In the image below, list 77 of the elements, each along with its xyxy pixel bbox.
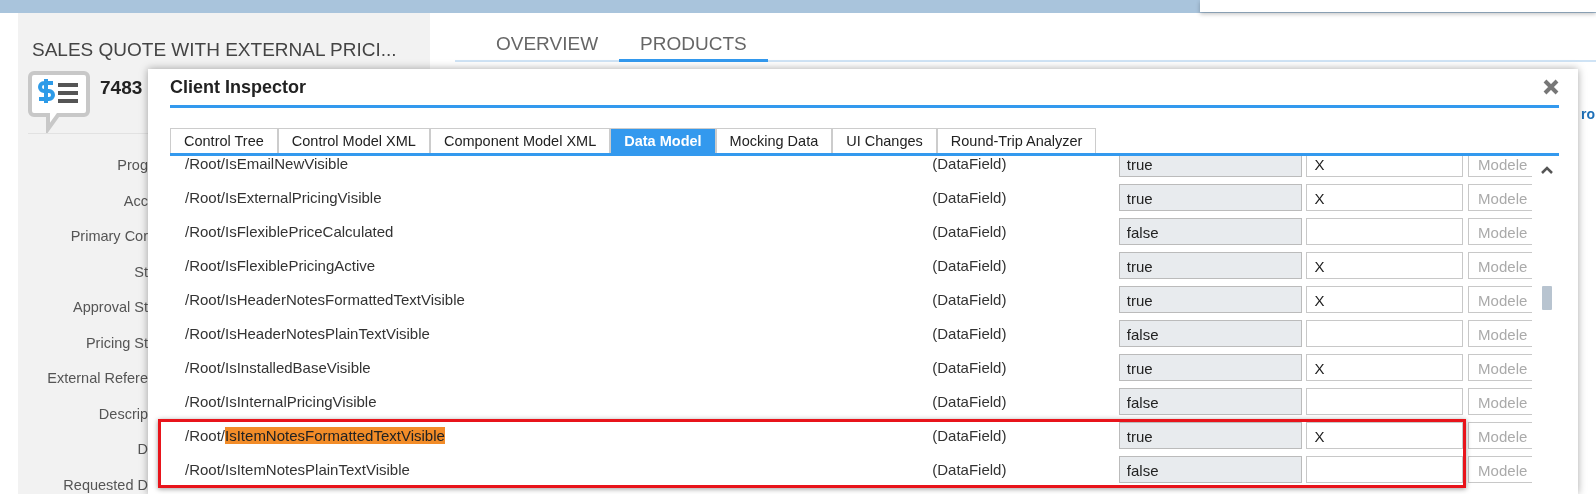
page-tab[interactable]: OVERVIEW bbox=[475, 31, 620, 62]
type-text: (DataField) bbox=[932, 426, 1008, 444]
type-text: (DataField) bbox=[932, 460, 1008, 478]
inspector-tab[interactable]: Control Model XML bbox=[277, 128, 430, 153]
inspector-tab[interactable]: UI Changes bbox=[832, 128, 937, 153]
type-text: (DataField) bbox=[932, 290, 1008, 308]
value-field: true bbox=[1118, 183, 1303, 211]
flag-field[interactable]: X bbox=[1306, 156, 1464, 177]
field-label: Pricing St bbox=[84, 333, 148, 353]
field-name-text: IsFlexiblePricingActive bbox=[225, 256, 376, 274]
type-text: (DataField) bbox=[932, 324, 1008, 342]
field-name-text: IsEmailNewVisible bbox=[225, 156, 349, 172]
field-label: Approval St bbox=[72, 298, 148, 317]
flag-field[interactable] bbox=[1306, 319, 1464, 347]
path-prefix-text: /Root/ bbox=[185, 290, 226, 308]
flag-field[interactable]: X bbox=[1306, 251, 1464, 279]
field-label: D bbox=[136, 440, 148, 459]
path-prefix-text: /Root/ bbox=[185, 222, 226, 240]
inspector-tab[interactable]: Component Model XML bbox=[429, 128, 611, 153]
path-prefix-text: /Root/ bbox=[185, 156, 226, 172]
field-name-text: IsHeaderNotesPlainTextVisible bbox=[225, 324, 430, 342]
field-label: Prog bbox=[116, 156, 148, 175]
field-name-text: IsInternalPricingVisible bbox=[225, 392, 377, 410]
path-prefix-text: /Root/ bbox=[185, 392, 226, 410]
field-name-text: IsExternalPricingVisible bbox=[225, 188, 382, 206]
type-text: (DataField) bbox=[932, 358, 1008, 376]
field-label: Requested D bbox=[62, 475, 148, 494]
value-field: true bbox=[1118, 251, 1303, 279]
type-text: (DataField) bbox=[932, 188, 1008, 206]
dialog-title: Client Inspector bbox=[170, 76, 307, 98]
field-name-text: IsHeaderNotesFormattedTextVisible bbox=[225, 290, 465, 308]
scroll-up-icon[interactable] bbox=[1541, 166, 1553, 174]
path-prefix-text: /Root/ bbox=[185, 358, 226, 376]
value-field: true bbox=[1118, 353, 1303, 381]
type-text: (DataField) bbox=[932, 222, 1008, 240]
type-text: (DataField) bbox=[932, 156, 1008, 172]
value-field: true bbox=[1118, 421, 1303, 449]
path-prefix-text: /Root/ bbox=[185, 324, 226, 342]
path-prefix-text: /Root/ bbox=[185, 460, 226, 478]
field-name-text: IsInstalledBaseVisible bbox=[225, 358, 371, 376]
flag-field[interactable] bbox=[1306, 387, 1464, 415]
field-label: Descrip bbox=[97, 404, 148, 424]
value-field: false bbox=[1118, 455, 1303, 483]
scrollbar-thumb[interactable] bbox=[1542, 286, 1552, 310]
path-prefix-text: /Root/ bbox=[185, 256, 226, 274]
type-text: (DataField) bbox=[932, 392, 1008, 410]
record-number: 7483 bbox=[100, 77, 143, 100]
record-title: SALES QUOTE WITH EXTERNAL PRICI... bbox=[31, 38, 398, 61]
page-tab[interactable]: PRODUCTS bbox=[619, 31, 768, 62]
inspector-tab[interactable]: Mocking Data bbox=[715, 128, 833, 153]
field-label: Primary Cor bbox=[69, 227, 148, 246]
field-name-text: IsItemNotesPlainTextVisible bbox=[225, 460, 410, 478]
value-field: false bbox=[1118, 217, 1303, 245]
path-prefix-text: /Root/ bbox=[185, 188, 226, 206]
field-name-text: IsItemNotesFormattedTextVisible bbox=[225, 426, 445, 444]
flag-field[interactable]: X bbox=[1306, 353, 1464, 381]
value-field: true bbox=[1118, 285, 1303, 313]
flag-field[interactable]: X bbox=[1306, 285, 1464, 313]
flag-field[interactable]: X bbox=[1306, 421, 1464, 449]
flag-field[interactable]: X bbox=[1306, 183, 1464, 211]
quote-document-icon bbox=[28, 71, 90, 133]
flag-field[interactable] bbox=[1306, 217, 1464, 245]
value-field: true bbox=[1118, 156, 1303, 177]
inspector-tab[interactable]: Data Model bbox=[610, 128, 716, 153]
close-icon[interactable] bbox=[1543, 79, 1559, 95]
flag-field[interactable] bbox=[1306, 455, 1464, 483]
type-text: (DataField) bbox=[932, 256, 1008, 274]
inspector-tab[interactable]: Control Tree bbox=[170, 128, 278, 153]
inspector-tab[interactable]: Round-Trip Analyzer bbox=[936, 128, 1097, 153]
path-prefix-text: /Root/ bbox=[185, 426, 226, 444]
field-name-text: IsFlexiblePriceCalculated bbox=[225, 222, 394, 240]
value-field: false bbox=[1118, 387, 1303, 415]
link-text[interactable]: ro bbox=[1581, 106, 1595, 122]
field-label: Acc bbox=[122, 191, 148, 211]
value-field: false bbox=[1118, 319, 1303, 347]
field-label: St bbox=[133, 262, 148, 282]
field-label: External Refere bbox=[46, 369, 148, 388]
